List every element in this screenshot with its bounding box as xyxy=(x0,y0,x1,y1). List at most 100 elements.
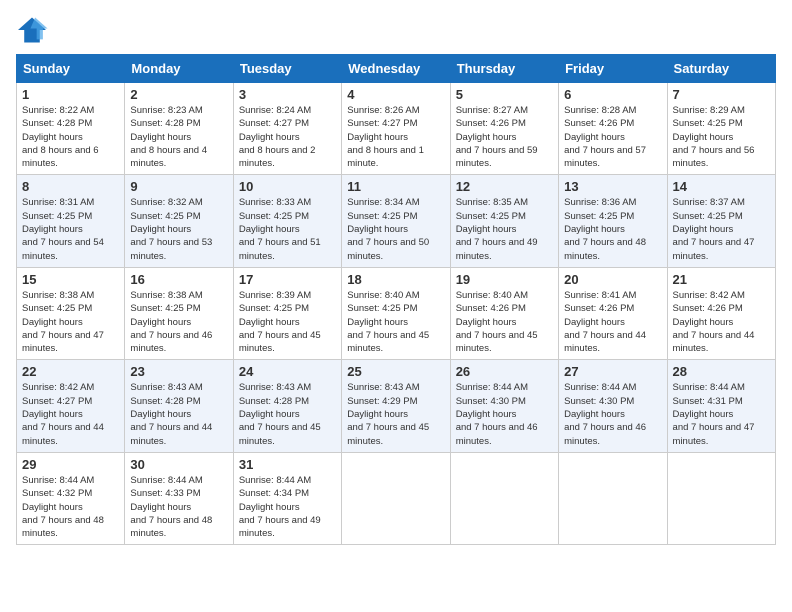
calendar-week-row: 29 Sunrise: 8:44 AM Sunset: 4:32 PM Dayl… xyxy=(17,452,776,544)
day-info: Sunrise: 8:33 AM Sunset: 4:25 PM Dayligh… xyxy=(239,196,336,262)
calendar-week-row: 1 Sunrise: 8:22 AM Sunset: 4:28 PM Dayli… xyxy=(17,83,776,175)
day-number: 1 xyxy=(22,87,119,102)
day-number: 7 xyxy=(673,87,770,102)
day-info: Sunrise: 8:44 AM Sunset: 4:30 PM Dayligh… xyxy=(456,381,553,447)
day-info: Sunrise: 8:36 AM Sunset: 4:25 PM Dayligh… xyxy=(564,196,661,262)
day-info: Sunrise: 8:22 AM Sunset: 4:28 PM Dayligh… xyxy=(22,104,119,170)
day-info: Sunrise: 8:23 AM Sunset: 4:28 PM Dayligh… xyxy=(130,104,227,170)
calendar-day-cell: 15 Sunrise: 8:38 AM Sunset: 4:25 PM Dayl… xyxy=(17,267,125,359)
day-number: 8 xyxy=(22,179,119,194)
day-number: 15 xyxy=(22,272,119,287)
day-info: Sunrise: 8:42 AM Sunset: 4:26 PM Dayligh… xyxy=(673,289,770,355)
day-info: Sunrise: 8:34 AM Sunset: 4:25 PM Dayligh… xyxy=(347,196,444,262)
calendar-day-cell: 21 Sunrise: 8:42 AM Sunset: 4:26 PM Dayl… xyxy=(667,267,775,359)
day-info: Sunrise: 8:44 AM Sunset: 4:31 PM Dayligh… xyxy=(673,381,770,447)
day-number: 25 xyxy=(347,364,444,379)
calendar-day-cell xyxy=(559,452,667,544)
calendar-day-cell: 31 Sunrise: 8:44 AM Sunset: 4:34 PM Dayl… xyxy=(233,452,341,544)
day-number: 16 xyxy=(130,272,227,287)
calendar-day-cell: 27 Sunrise: 8:44 AM Sunset: 4:30 PM Dayl… xyxy=(559,360,667,452)
day-number: 6 xyxy=(564,87,661,102)
calendar-day-cell: 16 Sunrise: 8:38 AM Sunset: 4:25 PM Dayl… xyxy=(125,267,233,359)
day-info: Sunrise: 8:44 AM Sunset: 4:33 PM Dayligh… xyxy=(130,474,227,540)
day-number: 3 xyxy=(239,87,336,102)
weekday-header: Thursday xyxy=(450,55,558,83)
day-info: Sunrise: 8:40 AM Sunset: 4:26 PM Dayligh… xyxy=(456,289,553,355)
day-number: 31 xyxy=(239,457,336,472)
day-number: 22 xyxy=(22,364,119,379)
calendar-day-cell: 24 Sunrise: 8:43 AM Sunset: 4:28 PM Dayl… xyxy=(233,360,341,452)
calendar-day-cell: 5 Sunrise: 8:27 AM Sunset: 4:26 PM Dayli… xyxy=(450,83,558,175)
day-info: Sunrise: 8:40 AM Sunset: 4:25 PM Dayligh… xyxy=(347,289,444,355)
day-number: 14 xyxy=(673,179,770,194)
day-info: Sunrise: 8:44 AM Sunset: 4:30 PM Dayligh… xyxy=(564,381,661,447)
day-number: 12 xyxy=(456,179,553,194)
page-header xyxy=(16,16,776,44)
day-info: Sunrise: 8:43 AM Sunset: 4:28 PM Dayligh… xyxy=(239,381,336,447)
calendar-day-cell: 29 Sunrise: 8:44 AM Sunset: 4:32 PM Dayl… xyxy=(17,452,125,544)
calendar-week-row: 15 Sunrise: 8:38 AM Sunset: 4:25 PM Dayl… xyxy=(17,267,776,359)
calendar-day-cell: 13 Sunrise: 8:36 AM Sunset: 4:25 PM Dayl… xyxy=(559,175,667,267)
weekday-header: Tuesday xyxy=(233,55,341,83)
calendar-day-cell: 23 Sunrise: 8:43 AM Sunset: 4:28 PM Dayl… xyxy=(125,360,233,452)
day-info: Sunrise: 8:29 AM Sunset: 4:25 PM Dayligh… xyxy=(673,104,770,170)
day-info: Sunrise: 8:31 AM Sunset: 4:25 PM Dayligh… xyxy=(22,196,119,262)
day-info: Sunrise: 8:27 AM Sunset: 4:26 PM Dayligh… xyxy=(456,104,553,170)
day-info: Sunrise: 8:43 AM Sunset: 4:29 PM Dayligh… xyxy=(347,381,444,447)
day-number: 4 xyxy=(347,87,444,102)
calendar-day-cell: 25 Sunrise: 8:43 AM Sunset: 4:29 PM Dayl… xyxy=(342,360,450,452)
calendar-day-cell xyxy=(342,452,450,544)
day-number: 23 xyxy=(130,364,227,379)
day-number: 11 xyxy=(347,179,444,194)
calendar-table: SundayMondayTuesdayWednesdayThursdayFrid… xyxy=(16,54,776,545)
day-info: Sunrise: 8:39 AM Sunset: 4:25 PM Dayligh… xyxy=(239,289,336,355)
calendar-day-cell: 14 Sunrise: 8:37 AM Sunset: 4:25 PM Dayl… xyxy=(667,175,775,267)
day-number: 18 xyxy=(347,272,444,287)
day-info: Sunrise: 8:44 AM Sunset: 4:34 PM Dayligh… xyxy=(239,474,336,540)
day-number: 20 xyxy=(564,272,661,287)
calendar-day-cell: 30 Sunrise: 8:44 AM Sunset: 4:33 PM Dayl… xyxy=(125,452,233,544)
day-number: 5 xyxy=(456,87,553,102)
day-number: 24 xyxy=(239,364,336,379)
calendar-day-cell: 28 Sunrise: 8:44 AM Sunset: 4:31 PM Dayl… xyxy=(667,360,775,452)
day-number: 17 xyxy=(239,272,336,287)
weekday-header: Sunday xyxy=(17,55,125,83)
calendar-day-cell: 26 Sunrise: 8:44 AM Sunset: 4:30 PM Dayl… xyxy=(450,360,558,452)
day-number: 2 xyxy=(130,87,227,102)
logo-icon xyxy=(16,16,48,44)
calendar-day-cell: 3 Sunrise: 8:24 AM Sunset: 4:27 PM Dayli… xyxy=(233,83,341,175)
calendar-day-cell: 20 Sunrise: 8:41 AM Sunset: 4:26 PM Dayl… xyxy=(559,267,667,359)
calendar-day-cell: 12 Sunrise: 8:35 AM Sunset: 4:25 PM Dayl… xyxy=(450,175,558,267)
day-number: 26 xyxy=(456,364,553,379)
weekday-header: Saturday xyxy=(667,55,775,83)
day-info: Sunrise: 8:38 AM Sunset: 4:25 PM Dayligh… xyxy=(22,289,119,355)
day-info: Sunrise: 8:37 AM Sunset: 4:25 PM Dayligh… xyxy=(673,196,770,262)
day-number: 9 xyxy=(130,179,227,194)
calendar-day-cell: 7 Sunrise: 8:29 AM Sunset: 4:25 PM Dayli… xyxy=(667,83,775,175)
calendar-header-row: SundayMondayTuesdayWednesdayThursdayFrid… xyxy=(17,55,776,83)
logo xyxy=(16,16,52,44)
calendar-day-cell: 22 Sunrise: 8:42 AM Sunset: 4:27 PM Dayl… xyxy=(17,360,125,452)
weekday-header: Monday xyxy=(125,55,233,83)
calendar-week-row: 8 Sunrise: 8:31 AM Sunset: 4:25 PM Dayli… xyxy=(17,175,776,267)
day-info: Sunrise: 8:43 AM Sunset: 4:28 PM Dayligh… xyxy=(130,381,227,447)
day-number: 19 xyxy=(456,272,553,287)
day-info: Sunrise: 8:42 AM Sunset: 4:27 PM Dayligh… xyxy=(22,381,119,447)
calendar-day-cell: 19 Sunrise: 8:40 AM Sunset: 4:26 PM Dayl… xyxy=(450,267,558,359)
calendar-day-cell: 8 Sunrise: 8:31 AM Sunset: 4:25 PM Dayli… xyxy=(17,175,125,267)
day-number: 27 xyxy=(564,364,661,379)
calendar-day-cell xyxy=(450,452,558,544)
day-number: 10 xyxy=(239,179,336,194)
day-number: 28 xyxy=(673,364,770,379)
day-number: 29 xyxy=(22,457,119,472)
calendar-day-cell: 1 Sunrise: 8:22 AM Sunset: 4:28 PM Dayli… xyxy=(17,83,125,175)
day-number: 30 xyxy=(130,457,227,472)
calendar-day-cell: 9 Sunrise: 8:32 AM Sunset: 4:25 PM Dayli… xyxy=(125,175,233,267)
calendar-day-cell: 6 Sunrise: 8:28 AM Sunset: 4:26 PM Dayli… xyxy=(559,83,667,175)
day-info: Sunrise: 8:32 AM Sunset: 4:25 PM Dayligh… xyxy=(130,196,227,262)
day-info: Sunrise: 8:26 AM Sunset: 4:27 PM Dayligh… xyxy=(347,104,444,170)
calendar-day-cell: 17 Sunrise: 8:39 AM Sunset: 4:25 PM Dayl… xyxy=(233,267,341,359)
calendar-week-row: 22 Sunrise: 8:42 AM Sunset: 4:27 PM Dayl… xyxy=(17,360,776,452)
weekday-header: Wednesday xyxy=(342,55,450,83)
calendar-day-cell: 4 Sunrise: 8:26 AM Sunset: 4:27 PM Dayli… xyxy=(342,83,450,175)
